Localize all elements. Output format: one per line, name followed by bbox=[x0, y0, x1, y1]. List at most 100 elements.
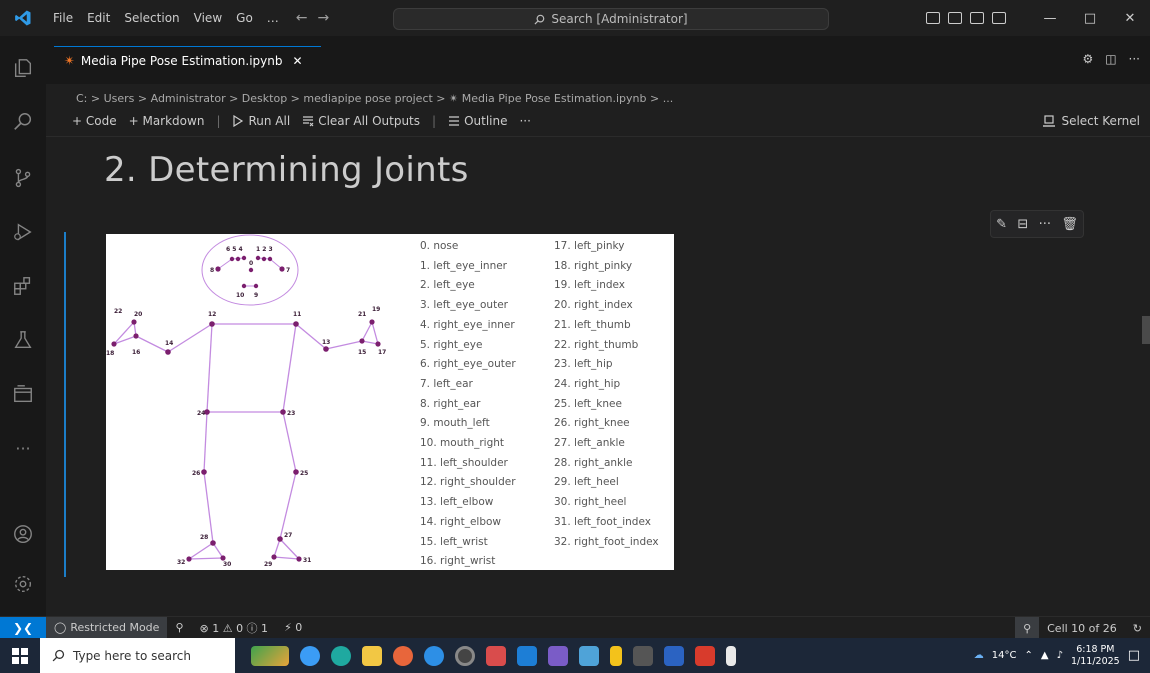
cell-position[interactable]: Cell 10 of 26 bbox=[1039, 622, 1125, 635]
pose-landmarks-figure: 6 5 4 1 2 3 8 7 0 10 9 12 11 22 20 18 16… bbox=[106, 234, 674, 570]
shield-icon: ◯ bbox=[54, 621, 67, 634]
copilot-app-icon[interactable] bbox=[300, 645, 320, 666]
tab-close-icon[interactable]: ✕ bbox=[292, 54, 302, 68]
clock[interactable]: 6:18 PM 1/11/2025 bbox=[1071, 644, 1120, 668]
weather-icon[interactable]: ☁ bbox=[974, 650, 984, 661]
problems-indicator[interactable]: ⊗ 1 ⚠ 0 ⓘ 1 bbox=[192, 620, 277, 636]
command-center-search[interactable]: Search [Administrator] bbox=[393, 8, 829, 30]
landmark-17: 17. left_pinky bbox=[554, 240, 625, 252]
maximize-button[interactable]: □ bbox=[1070, 11, 1110, 26]
search-text: Search [Administrator] bbox=[551, 12, 688, 26]
run-debug-icon[interactable] bbox=[11, 220, 35, 244]
minimize-button[interactable]: — bbox=[1030, 11, 1070, 26]
vscode-taskbar-icon[interactable] bbox=[517, 645, 537, 666]
app-red-icon[interactable] bbox=[486, 645, 506, 666]
ports-indicator[interactable]: ⚡ 0 bbox=[276, 621, 310, 634]
zoom-icon[interactable]: ⚲ bbox=[1015, 617, 1040, 639]
more-actions-icon[interactable]: ··· bbox=[1129, 52, 1140, 66]
source-control-icon[interactable] bbox=[11, 166, 35, 190]
notepad-app-icon[interactable] bbox=[726, 645, 736, 666]
firefox-icon[interactable] bbox=[393, 645, 413, 666]
widgets-app-icon[interactable] bbox=[251, 645, 289, 666]
edge-browser-icon[interactable] bbox=[331, 645, 351, 666]
remote-indicator-icon[interactable]: ❯❮ bbox=[0, 616, 46, 639]
chrome-icon[interactable] bbox=[455, 645, 475, 666]
clear-outputs-button[interactable]: Clear All Outputs bbox=[302, 114, 420, 128]
explorer-icon[interactable] bbox=[11, 56, 35, 80]
label-14: 14 bbox=[165, 340, 173, 347]
toolbar-more-icon[interactable]: ··· bbox=[519, 114, 530, 128]
tab-notebook[interactable]: ✴ Media Pipe Pose Estimation.ipynb ✕ bbox=[64, 48, 303, 74]
testing-flask-icon[interactable] bbox=[11, 328, 35, 352]
pdf-app-icon[interactable] bbox=[695, 645, 715, 666]
notifications-bell-icon[interactable]: ↻ bbox=[1125, 622, 1150, 635]
scrollbar-thumb[interactable] bbox=[1142, 316, 1150, 344]
network-icon[interactable]: ▲ bbox=[1041, 650, 1049, 661]
notification-center-icon[interactable]: □ bbox=[1128, 648, 1140, 663]
select-kernel-button[interactable]: Select Kernel bbox=[1043, 114, 1140, 128]
powerbi-app-icon[interactable] bbox=[610, 645, 622, 666]
label-16: 16 bbox=[132, 349, 140, 356]
menu-more[interactable]: … bbox=[260, 11, 286, 25]
delete-trash-icon[interactable]: 🗑 bbox=[1061, 217, 1078, 232]
cell-more-icon[interactable]: ··· bbox=[1039, 217, 1051, 232]
add-code-cell-button[interactable]: + Code bbox=[72, 114, 117, 128]
settings-gear-icon[interactable] bbox=[11, 572, 35, 596]
toggle-panel-icon[interactable] bbox=[948, 12, 962, 24]
back-arrow-icon[interactable]: ← bbox=[296, 10, 308, 26]
label-20: 20 bbox=[134, 311, 142, 318]
label-head-left: 1 2 3 bbox=[256, 246, 273, 253]
menu-selection[interactable]: Selection bbox=[117, 11, 186, 25]
toggle-primary-sidebar-icon[interactable] bbox=[926, 12, 940, 24]
restricted-mode-badge[interactable]: ◯ Restricted Mode bbox=[46, 616, 168, 639]
run-all-icon bbox=[233, 115, 244, 127]
word-app-icon[interactable] bbox=[664, 645, 684, 666]
label-32: 32 bbox=[177, 559, 185, 566]
search-icon bbox=[534, 14, 545, 25]
outline-button[interactable]: Outline bbox=[448, 114, 507, 128]
notebook-toolbar: + Code + Markdown | Run All Clear All Ou… bbox=[72, 114, 531, 128]
menu-go[interactable]: Go bbox=[229, 11, 260, 25]
extensions-icon[interactable] bbox=[11, 274, 35, 298]
search-icon bbox=[52, 649, 65, 662]
breadcrumb[interactable]: C: > Users > Administrator > Desktop > m… bbox=[76, 92, 673, 105]
landmark-2: 2. left_eye bbox=[420, 279, 475, 292]
browser-app-icon[interactable] bbox=[424, 645, 444, 666]
landmark-24: 24. right_hip bbox=[554, 377, 621, 390]
clock-time: 6:18 PM bbox=[1076, 643, 1115, 655]
label-31: 31 bbox=[303, 557, 311, 564]
restricted-mode-label: Restricted Mode bbox=[70, 621, 160, 634]
toggle-secondary-sidebar-icon[interactable] bbox=[970, 12, 984, 24]
remote-explorer-icon[interactable] bbox=[11, 382, 35, 406]
app-gray-icon[interactable] bbox=[633, 645, 653, 666]
run-all-button[interactable]: Run All bbox=[232, 114, 290, 128]
gear-icon[interactable]: ⚙ bbox=[1082, 52, 1093, 66]
file-explorer-icon[interactable] bbox=[362, 645, 382, 666]
taskbar-search-box[interactable]: Type here to search bbox=[40, 638, 235, 673]
volume-icon[interactable]: ♪ bbox=[1057, 650, 1063, 661]
mail-app-icon[interactable] bbox=[548, 645, 568, 666]
label-10: 10 bbox=[236, 292, 244, 299]
split-cell-icon[interactable]: ⊟ bbox=[1017, 217, 1028, 232]
menu-view[interactable]: View bbox=[187, 11, 229, 25]
more-views-icon[interactable]: ··· bbox=[11, 436, 35, 460]
forward-arrow-icon[interactable]: → bbox=[318, 10, 330, 26]
close-button[interactable]: ✕ bbox=[1110, 11, 1150, 26]
landmark-23: 23. left_hip bbox=[554, 358, 613, 371]
tray-chevron-icon[interactable]: ⌃ bbox=[1025, 650, 1033, 661]
windows-start-icon[interactable] bbox=[0, 638, 40, 673]
accounts-icon[interactable] bbox=[11, 522, 35, 546]
menu-file[interactable]: File bbox=[46, 11, 80, 25]
photos-app-icon[interactable] bbox=[579, 645, 599, 666]
split-editor-icon[interactable]: ◫ bbox=[1105, 52, 1116, 66]
weather-temp[interactable]: 14°C bbox=[992, 650, 1017, 661]
label-8: 8 bbox=[210, 267, 214, 274]
live-share-icon[interactable]: ⚲ bbox=[167, 621, 191, 634]
select-kernel-label: Select Kernel bbox=[1061, 114, 1140, 128]
jupyter-icon: ✴ bbox=[64, 53, 75, 69]
search-icon[interactable] bbox=[11, 110, 35, 134]
edit-pencil-icon[interactable]: ✎ bbox=[996, 217, 1007, 232]
customize-layout-icon[interactable] bbox=[992, 12, 1006, 24]
add-markdown-cell-button[interactable]: + Markdown bbox=[129, 114, 205, 128]
menu-edit[interactable]: Edit bbox=[80, 11, 117, 25]
